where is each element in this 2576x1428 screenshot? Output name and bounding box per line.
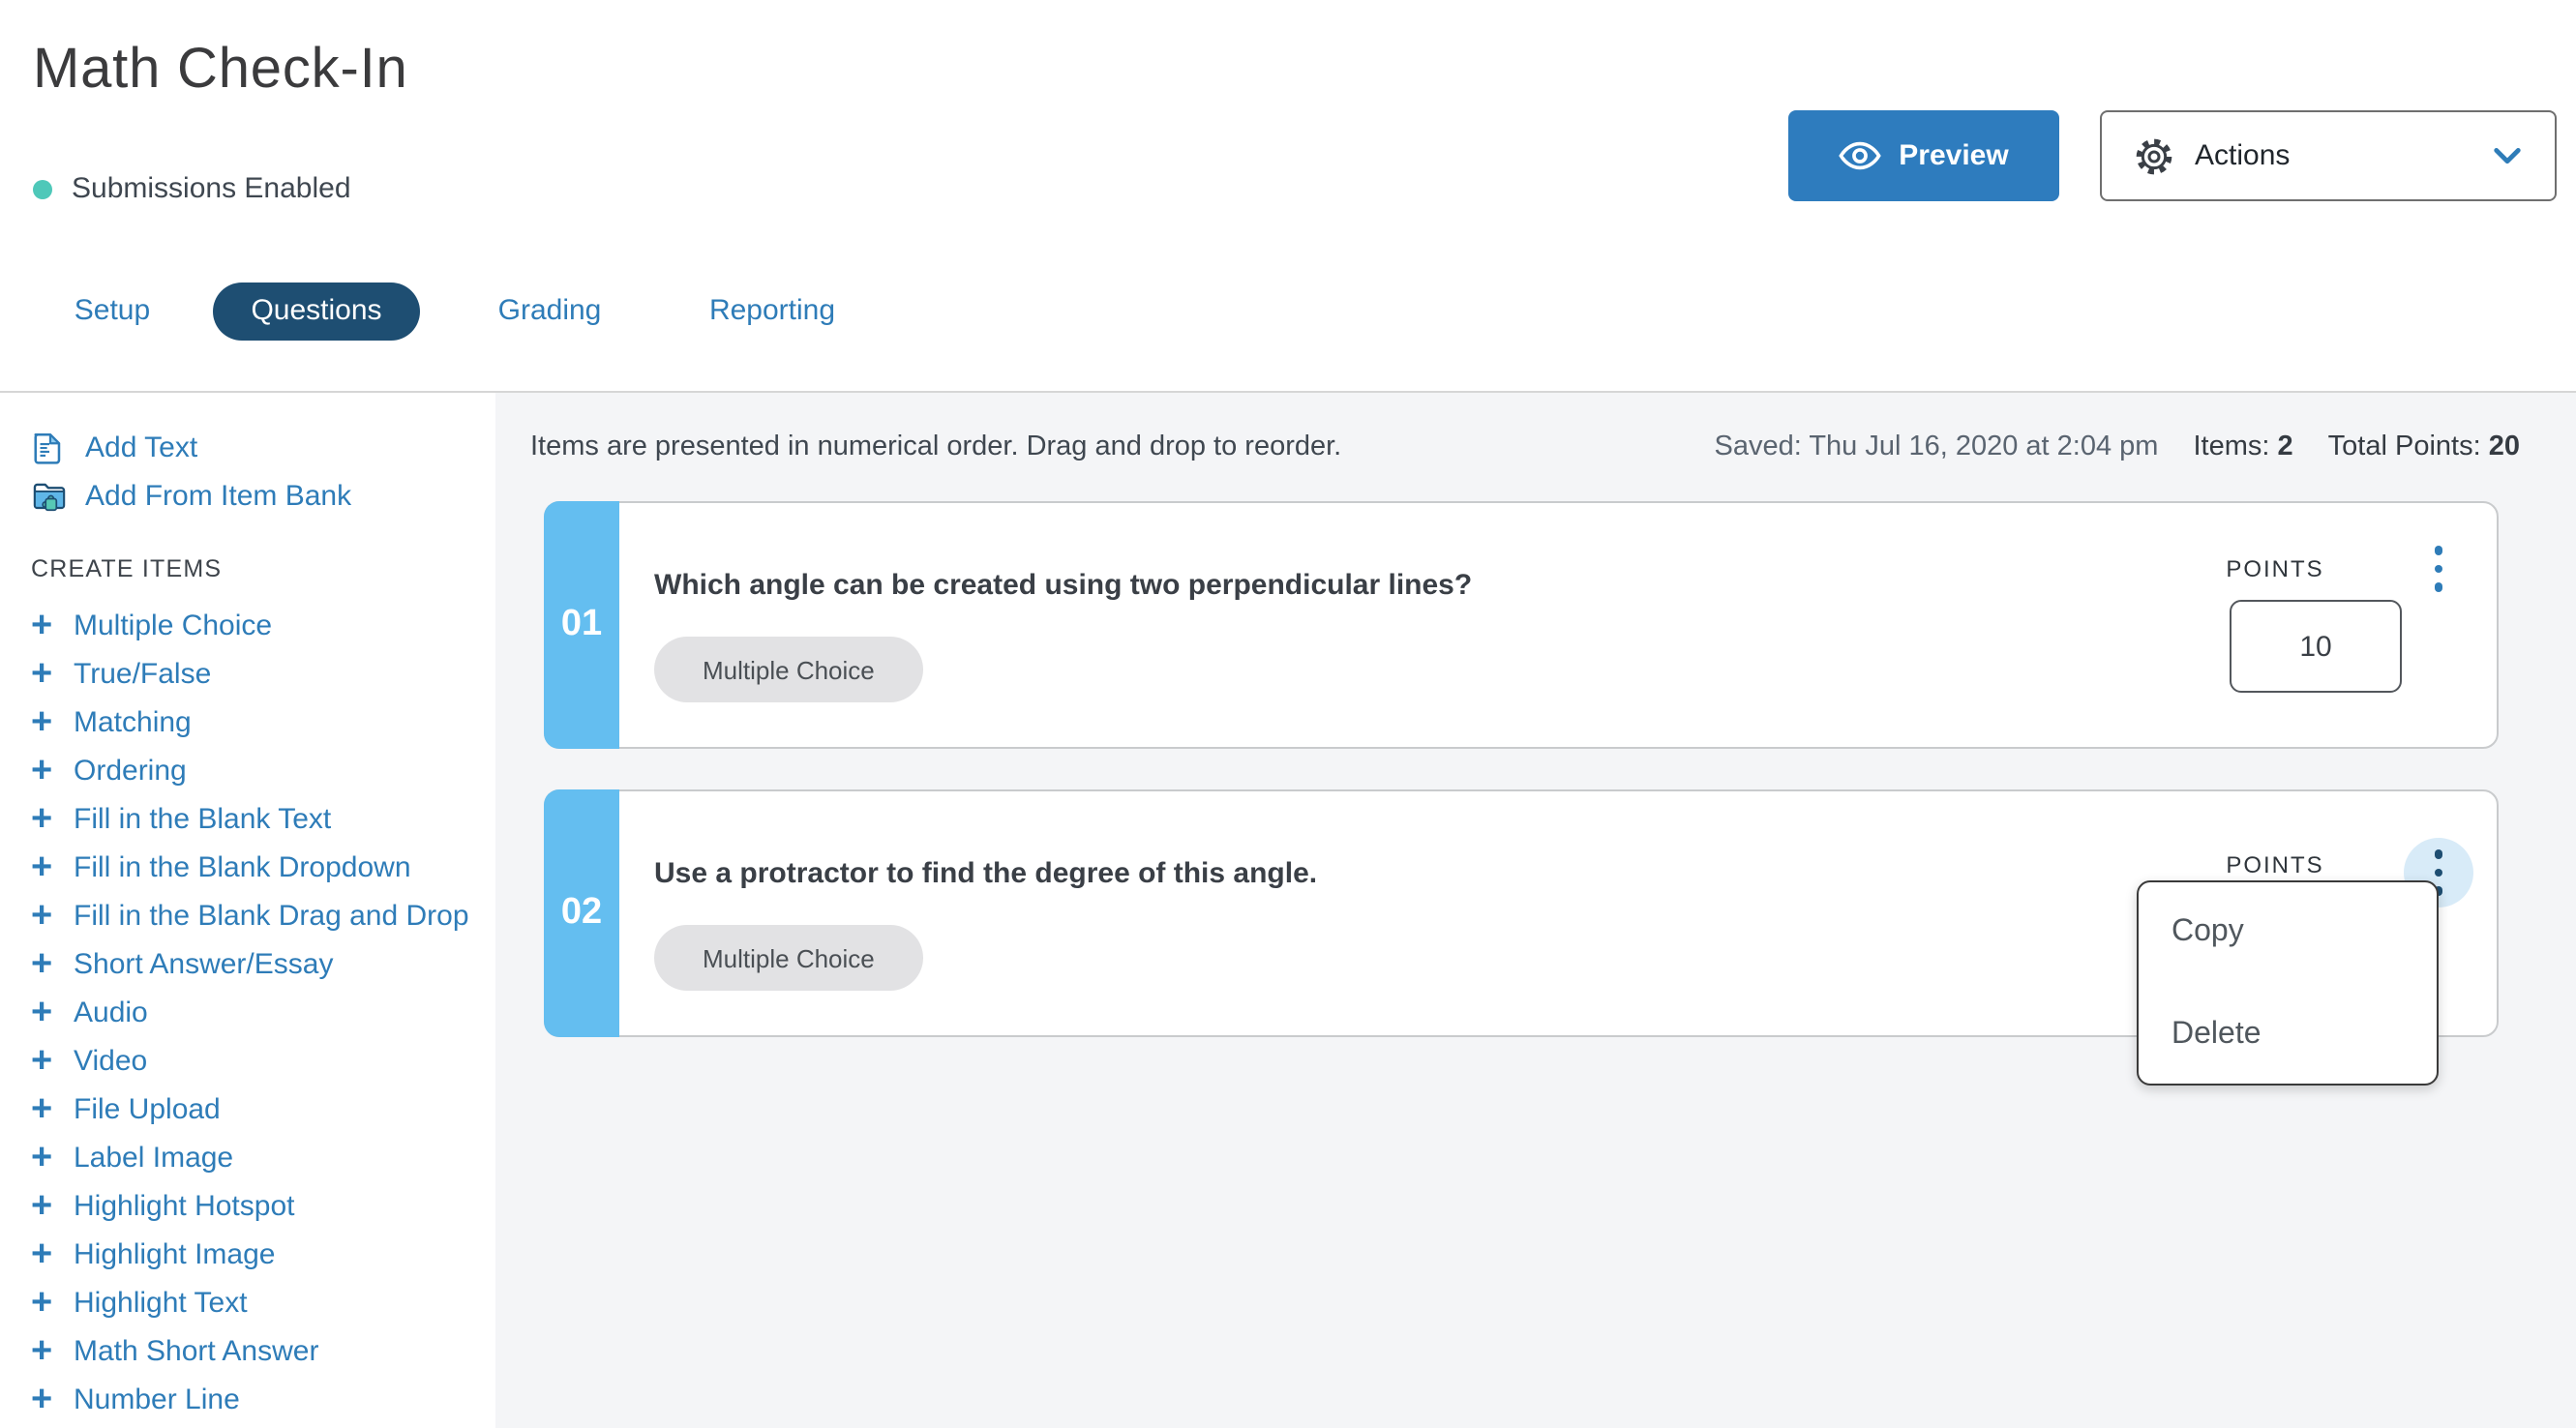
actions-button-label: Actions <box>2195 139 2290 172</box>
plus-icon: + <box>31 1182 58 1231</box>
create-item[interactable]: + Fill in the Blank Drag and Drop <box>0 892 495 940</box>
plus-icon: + <box>31 1327 58 1376</box>
question-number-drag-handle[interactable]: 02 <box>544 789 619 1037</box>
create-item-label: Ordering <box>74 755 187 788</box>
preview-button[interactable]: Preview <box>1788 110 2059 201</box>
create-item[interactable]: + Ordering <box>0 747 495 795</box>
create-item[interactable]: + Matching <box>0 699 495 747</box>
plus-icon: + <box>31 989 58 1037</box>
list-header: Items are presented in numerical order. … <box>530 418 2520 476</box>
create-item-label: Matching <box>74 706 192 739</box>
create-item-label: Math Short Answer <box>74 1335 318 1368</box>
items-count: Items: 2 <box>2193 431 2292 462</box>
plus-icon: + <box>31 699 58 747</box>
create-item-label: File Upload <box>74 1093 221 1126</box>
create-item[interactable]: + Short Answer/Essay <box>0 940 495 989</box>
create-item-label: Highlight Image <box>74 1238 275 1271</box>
add-text-button[interactable]: Add Text <box>0 424 495 472</box>
document-icon <box>31 430 68 466</box>
points-input[interactable] <box>2230 600 2402 693</box>
create-item-label: Fill in the Blank Dropdown <box>74 851 411 884</box>
create-item[interactable]: + Fill in the Blank Text <box>0 795 495 844</box>
page-title: Math Check-In <box>33 39 408 103</box>
plus-icon: + <box>31 1279 58 1327</box>
question-number-drag-handle[interactable]: 01 <box>544 501 619 749</box>
create-item[interactable]: + Label Image <box>0 1134 495 1182</box>
reorder-instructions: Items are presented in numerical order. … <box>530 431 1341 462</box>
add-from-item-bank-label: Add From Item Bank <box>85 480 351 513</box>
create-item-label: Label Image <box>74 1142 233 1175</box>
tab-questions[interactable]: Questions <box>213 283 420 341</box>
create-item-label: Audio <box>74 997 148 1029</box>
assessment-editor-page: Math Check-In Submissions Enabled Previe… <box>0 0 2576 1428</box>
create-item-label: Short Answer/Essay <box>74 948 333 981</box>
create-item[interactable]: + Number Line <box>0 1376 495 1424</box>
create-items-list: + Multiple Choice + True/False + Matchin… <box>0 602 495 1424</box>
plus-icon: + <box>31 1086 58 1134</box>
create-item[interactable]: + Highlight Image <box>0 1231 495 1279</box>
add-from-item-bank-button[interactable]: Add From Item Bank <box>0 472 495 521</box>
create-item[interactable]: + Highlight Text <box>0 1279 495 1327</box>
plus-icon: + <box>31 650 58 699</box>
content-area: Add Text Add From Item Bank CREATE ITEMS <box>0 393 2576 1428</box>
tab-grading[interactable]: Grading <box>492 283 608 341</box>
create-item[interactable]: + Video <box>0 1037 495 1086</box>
folder-puzzle-icon <box>31 478 68 515</box>
status-dot-icon <box>33 179 52 198</box>
tab-reporting[interactable]: Reporting <box>697 283 848 341</box>
plus-icon: + <box>31 844 58 892</box>
kebab-menu-icon[interactable] <box>2404 534 2473 604</box>
item-tools-sidebar: Add Text Add From Item Bank CREATE ITEMS <box>0 393 495 1428</box>
plus-icon: + <box>31 747 58 795</box>
plus-icon: + <box>31 1376 58 1424</box>
submission-status: Submissions Enabled <box>33 172 351 205</box>
status-text: Submissions Enabled <box>72 172 351 205</box>
create-item-label: Multiple Choice <box>74 610 272 642</box>
create-item-label: Highlight Text <box>74 1287 248 1320</box>
plus-icon: + <box>31 892 58 940</box>
plus-icon: + <box>31 940 58 989</box>
create-item-label: True/False <box>74 658 211 691</box>
tab-setup[interactable]: Setup <box>54 283 170 341</box>
create-item[interactable]: + Math Short Answer <box>0 1327 495 1376</box>
menu-item-copy[interactable]: Copy <box>2172 915 2244 950</box>
plus-icon: + <box>31 1037 58 1086</box>
create-item-label: Fill in the Blank Text <box>74 803 331 836</box>
plus-icon: + <box>31 1134 58 1182</box>
create-item[interactable]: + File Upload <box>0 1086 495 1134</box>
plus-icon: + <box>31 1231 58 1279</box>
create-item[interactable]: + Fill in the Blank Dropdown <box>0 844 495 892</box>
question-type-badge: Multiple Choice <box>654 925 923 991</box>
question-title: Which angle can be created using two per… <box>654 569 1472 602</box>
create-item[interactable]: + Highlight Hotspot <box>0 1182 495 1231</box>
question-card-1: 01 Which angle can be created using two … <box>544 501 2499 749</box>
menu-item-delete[interactable]: Delete <box>2172 1018 2261 1053</box>
add-text-label: Add Text <box>85 431 197 464</box>
points-label: POINTS <box>2212 555 2338 582</box>
chevron-down-icon <box>2493 146 2522 165</box>
create-item[interactable]: + Audio <box>0 989 495 1037</box>
create-item[interactable]: + Multiple Choice <box>0 602 495 650</box>
question-title: Use a protractor to find the degree of t… <box>654 857 1317 890</box>
points-label: POINTS <box>2212 851 2338 878</box>
create-items-heading: CREATE ITEMS <box>31 544 495 592</box>
create-item-label: Highlight Hotspot <box>74 1190 294 1223</box>
create-item-label: Fill in the Blank Drag and Drop <box>74 900 469 933</box>
question-type-badge: Multiple Choice <box>654 637 923 702</box>
actions-button[interactable]: Actions <box>2100 110 2557 201</box>
plus-icon: + <box>31 602 58 650</box>
create-item-label: Number Line <box>74 1383 240 1416</box>
create-item-label: Video <box>74 1045 147 1078</box>
plus-icon: + <box>31 795 58 844</box>
gear-icon <box>2135 136 2173 175</box>
eye-icon <box>1839 141 1881 170</box>
preview-button-label: Preview <box>1899 139 2008 172</box>
question-context-menu: Copy Delete <box>2137 880 2439 1086</box>
questions-panel: Items are presented in numerical order. … <box>495 393 2576 1428</box>
saved-timestamp: Saved: Thu Jul 16, 2020 at 2:04 pm <box>1715 431 2159 462</box>
total-points: Total Points: 20 <box>2328 431 2520 462</box>
create-item[interactable]: + True/False <box>0 650 495 699</box>
